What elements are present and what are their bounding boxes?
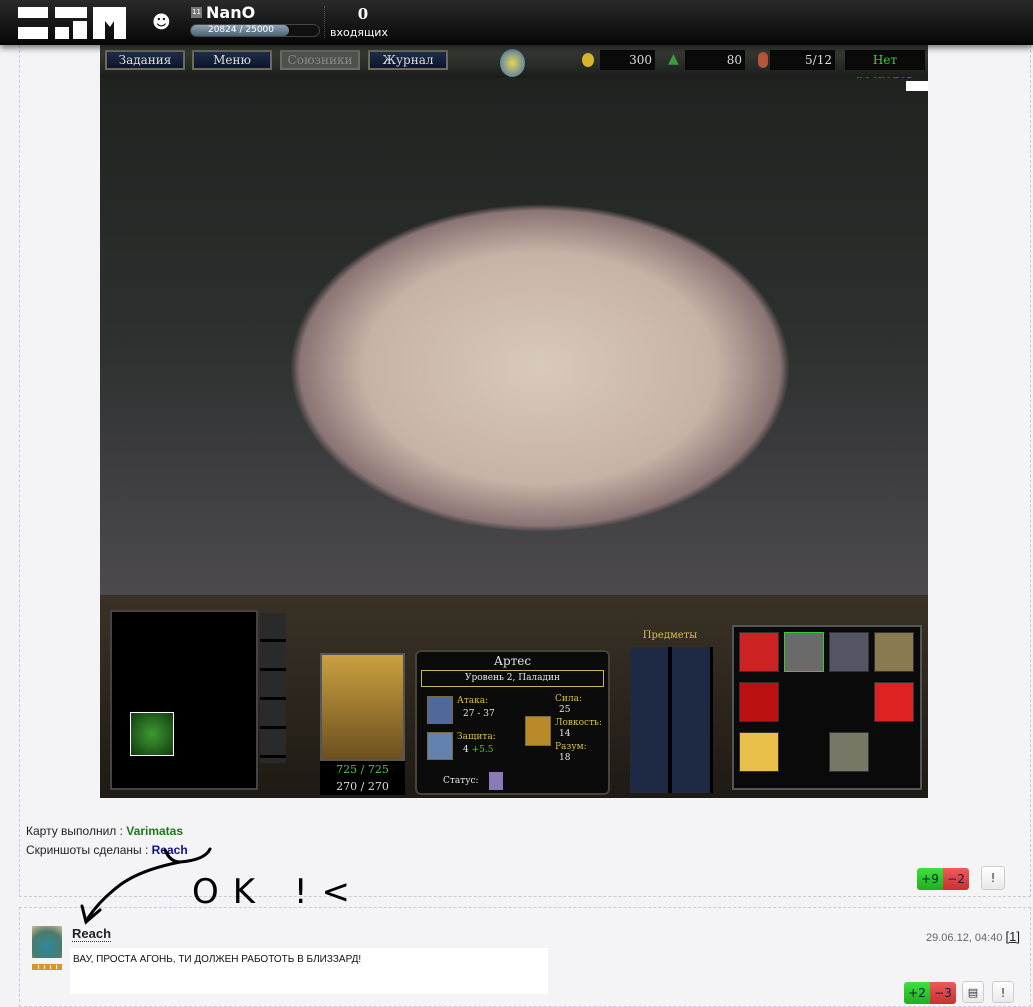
user-avatar-icon[interactable]: ☻ — [152, 12, 171, 33]
inbox-label[interactable]: входящих — [330, 26, 388, 39]
site-logo[interactable] — [18, 7, 126, 39]
user-level-badge: 11 — [191, 7, 202, 18]
username[interactable]: NanO — [206, 3, 255, 22]
top-bar: ☻ 11 NanO 20824 / 25000 0 входящих — [0, 0, 1033, 45]
hand-drawn-arrow — [80, 847, 212, 925]
hand-drawn-annotation-text: OK !< — [192, 872, 364, 912]
inbox-count[interactable]: 0 — [335, 5, 391, 23]
xp-text: 20824 / 25000 — [207, 25, 274, 35]
xp-progress-bar: 20824 / 25000 — [190, 24, 320, 37]
